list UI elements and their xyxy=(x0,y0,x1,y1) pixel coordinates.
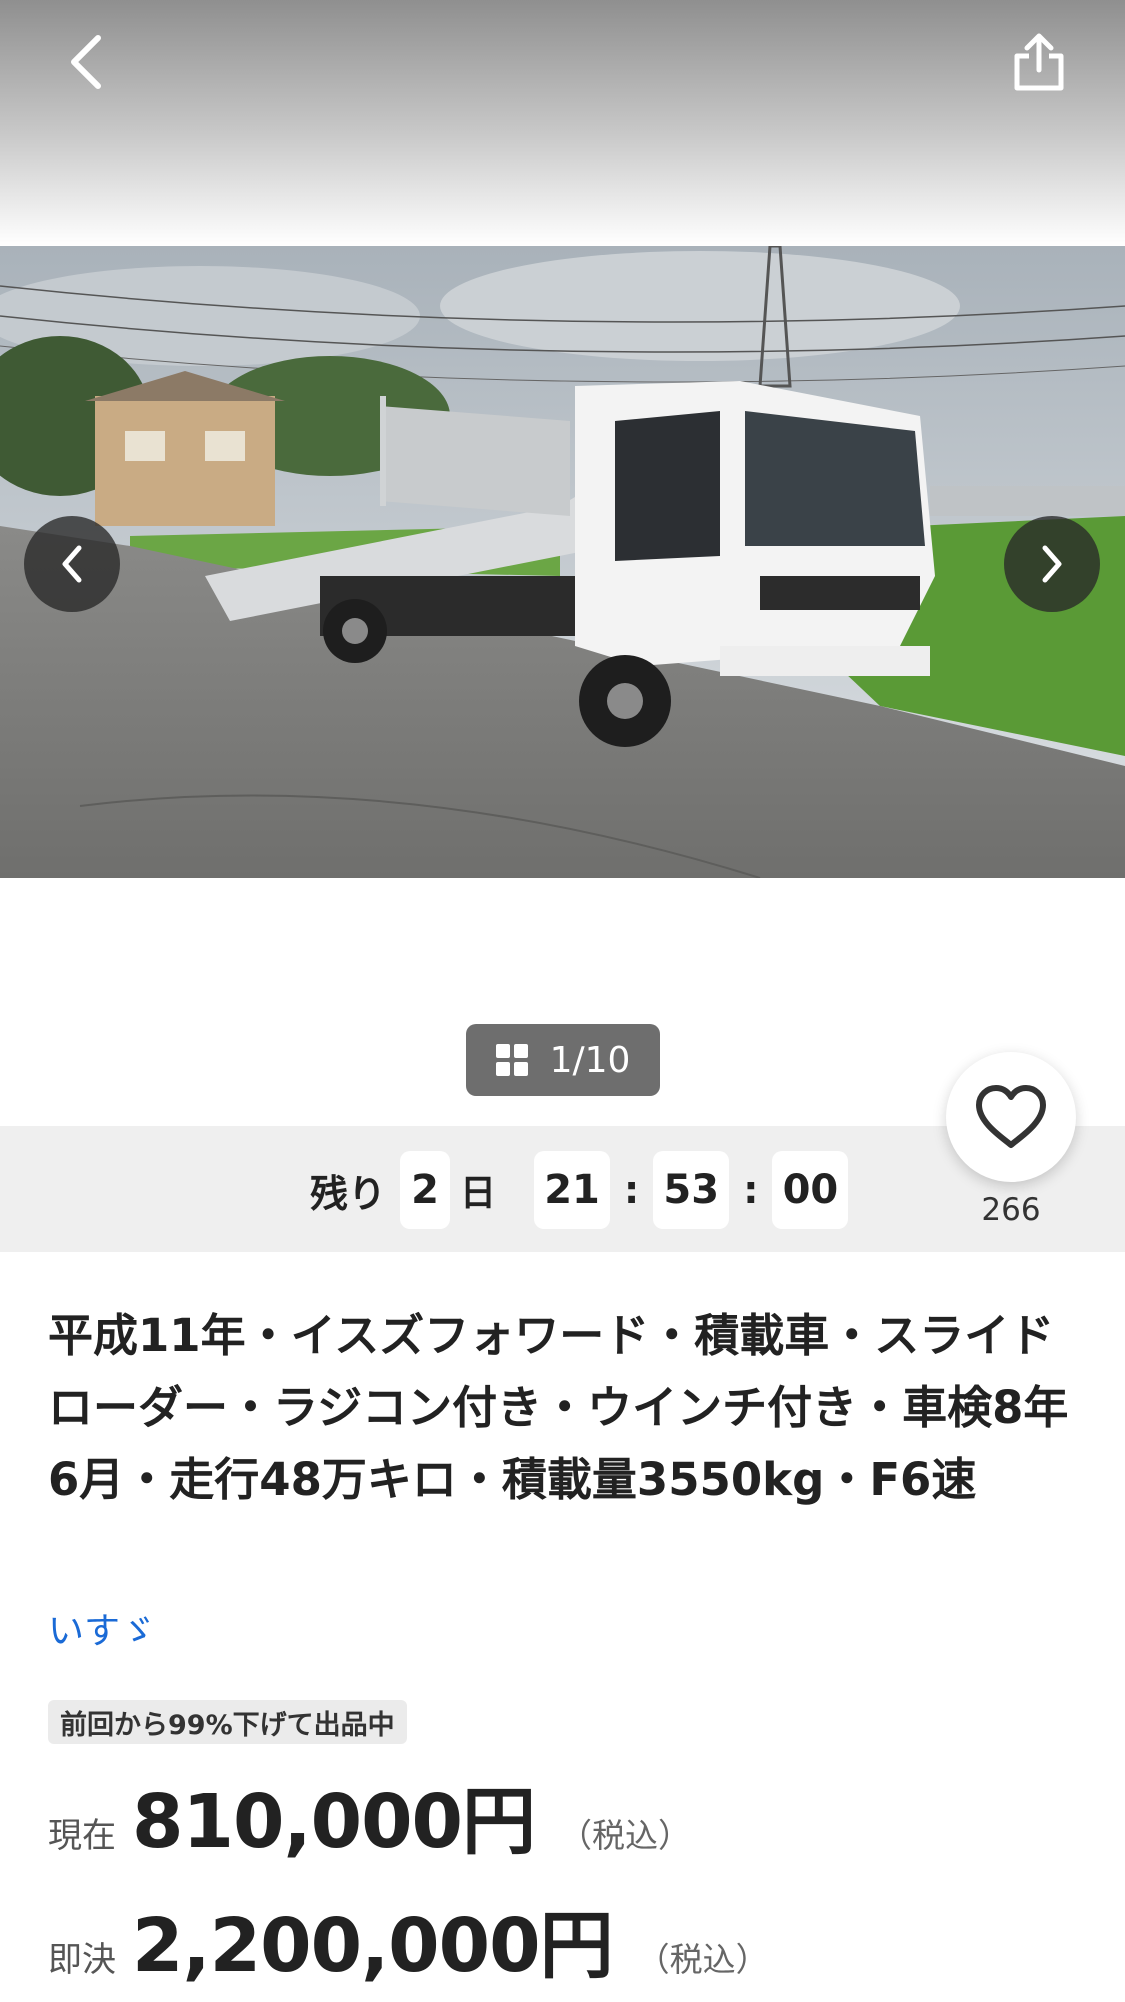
buyout-price: 2,200,000円 xyxy=(132,1903,614,1989)
header-bar xyxy=(0,0,1125,246)
current-price-tax: （税込） xyxy=(559,1816,692,1855)
countdown-hours: 21 xyxy=(534,1151,611,1229)
chevron-left-icon xyxy=(71,35,101,89)
chevron-right-icon xyxy=(1042,545,1062,583)
chevron-left-icon xyxy=(62,545,82,583)
countdown-timer: 残り 2 日 21 : 53 : 00 xyxy=(310,1150,849,1230)
countdown-minutes: 53 xyxy=(653,1151,730,1229)
buyout-price-label: 即決 xyxy=(48,1940,116,1980)
favorite-count: 266 xyxy=(981,1192,1041,1228)
photo-counter-button[interactable]: 1/10 xyxy=(466,1024,660,1096)
current-price: 810,000円 xyxy=(132,1779,536,1865)
share-icon xyxy=(1014,33,1064,91)
favorite-button[interactable] xyxy=(946,1052,1076,1182)
discount-badge: 前回から99%下げて出品中 xyxy=(48,1700,407,1744)
share-button[interactable] xyxy=(997,20,1081,104)
buyout-price-row: 即決 2,200,000円 （税込） xyxy=(48,1886,769,1993)
auction-item-page: 1/10 残り 2 日 21 : 53 : 00 266 平成11年・イスズフォ… xyxy=(0,0,1125,2002)
countdown-separator: : xyxy=(743,1168,759,1212)
truck-photo-image xyxy=(0,246,1125,878)
countdown-days-unit: 日 xyxy=(460,1173,497,1214)
buyout-price-tax: （税込） xyxy=(636,1940,769,1979)
item-photo[interactable] xyxy=(0,246,1125,878)
listing-title: 平成11年・イスズフォワード・積載車・スライドローダー・ラジコン付き・ウインチ付… xyxy=(48,1309,1069,1506)
countdown-prefix: 残り xyxy=(310,1171,387,1216)
grid-icon xyxy=(495,1044,528,1076)
countdown-days: 2 xyxy=(400,1151,451,1229)
countdown-separator: : xyxy=(624,1168,640,1212)
heart-icon xyxy=(976,1085,1046,1148)
maker-link[interactable]: いすゞ xyxy=(48,1602,156,1654)
photo-prev-button[interactable] xyxy=(24,516,120,612)
photo-counter-text: 1/10 xyxy=(549,1039,631,1081)
countdown-seconds: 00 xyxy=(772,1151,849,1229)
current-price-label: 現在 xyxy=(48,1816,116,1856)
photo-next-button[interactable] xyxy=(1004,516,1100,612)
current-price-row: 現在 810,000円 （税込） xyxy=(48,1762,691,1869)
back-button[interactable] xyxy=(44,20,128,104)
